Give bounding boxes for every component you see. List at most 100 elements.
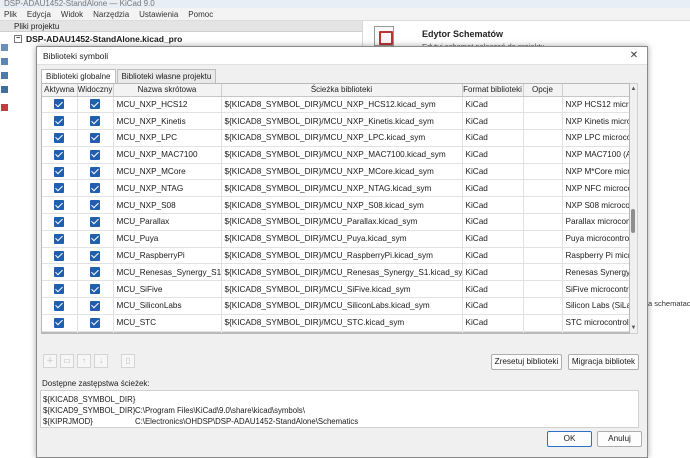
tab-global-libraries[interactable]: Biblioteki globalne xyxy=(41,69,116,84)
description-cell[interactable]: NXP MAC7100 (ARM xyxy=(562,146,629,164)
visible-cell[interactable] xyxy=(77,179,114,198)
table-row[interactable]: MCU_NXP_MAC7100 ${KICAD8_SYMBOL_DIR}/MCU_… xyxy=(42,146,629,164)
format-cell[interactable]: KiCad xyxy=(462,331,524,333)
options-cell[interactable] xyxy=(523,129,563,147)
description-cell[interactable]: NXP Kinetis microco xyxy=(562,112,629,131)
nickname-cell[interactable]: MCU_SiFive xyxy=(113,280,222,299)
description-cell[interactable]: NXP S08 microcontr xyxy=(562,196,629,215)
active-cell[interactable] xyxy=(42,96,78,114)
move-up-icon[interactable]: ↑ xyxy=(77,354,91,368)
path-cell[interactable]: ${KICAD8_SYMBOL_DIR}/MCU_NXP_MAC7100.kic… xyxy=(221,146,463,164)
path-cell[interactable]: ${KICAD8_SYMBOL_DIR}/MCU_NXP_MCore.kicad… xyxy=(221,163,463,181)
col-header-nickname[interactable]: Nazwa skrótowa xyxy=(113,84,222,97)
migrate-libraries-button[interactable]: Migracja bibliotek xyxy=(568,354,639,370)
visible-checkbox[interactable] xyxy=(90,183,100,194)
table-row[interactable]: MCU_Renesas_Synergy_S1 ${KICAD8_SYMBOL_DI… xyxy=(42,263,629,282)
path-cell[interactable]: ${KICAD8_SYMBOL_DIR}/MCU_SiFive.kicad_sy… xyxy=(221,280,463,299)
active-checkbox[interactable] xyxy=(54,200,65,211)
path-cell[interactable]: ${KICAD8_SYMBOL_DIR}/MCU_NXP_S08.kicad_s… xyxy=(221,196,463,215)
active-checkbox[interactable] xyxy=(54,233,65,244)
visible-checkbox[interactable] xyxy=(90,300,100,311)
options-cell[interactable] xyxy=(523,230,563,248)
scroll-up-icon[interactable]: ▲ xyxy=(630,85,637,93)
path-cell[interactable]: ${KICAD8_SYMBOL_DIR}/MCU_Renesas_Synergy… xyxy=(221,263,463,282)
tool-icon[interactable] xyxy=(1,58,8,65)
active-checkbox[interactable] xyxy=(54,250,65,261)
path-cell[interactable]: ${KICAD8_SYMBOL_DIR}/MCU_NXP_HCS12.kicad… xyxy=(221,96,463,114)
project-tree-root[interactable]: − DSP-ADAU1452-StandAlone.kicad_pro xyxy=(14,33,182,45)
format-cell[interactable]: KiCad xyxy=(462,263,524,282)
description-cell[interactable]: Puya microcontrolle xyxy=(562,230,629,248)
options-cell[interactable] xyxy=(523,314,563,332)
scroll-down-icon[interactable]: ▼ xyxy=(630,324,637,332)
visible-cell[interactable] xyxy=(77,196,114,215)
format-cell[interactable]: KiCad xyxy=(462,163,524,181)
nickname-cell[interactable]: MCU_Puya xyxy=(113,230,222,248)
ok-button[interactable]: OK xyxy=(547,431,592,447)
active-cell[interactable] xyxy=(42,314,78,332)
folder-icon[interactable]: ▭ xyxy=(60,354,74,368)
add-icon[interactable]: ＋ xyxy=(43,354,57,368)
options-cell[interactable] xyxy=(523,96,563,114)
visible-checkbox[interactable] xyxy=(90,149,100,160)
format-cell[interactable]: KiCad xyxy=(462,314,524,332)
format-cell[interactable]: KiCad xyxy=(462,213,524,231)
options-cell[interactable] xyxy=(523,179,563,198)
active-checkbox[interactable] xyxy=(54,149,65,160)
active-cell[interactable] xyxy=(42,263,78,282)
format-cell[interactable]: KiCad xyxy=(462,196,524,215)
visible-checkbox[interactable] xyxy=(90,267,100,278)
nickname-cell[interactable]: MCU_STC xyxy=(113,314,222,332)
format-cell[interactable]: KiCad xyxy=(462,230,524,248)
nickname-cell[interactable]: MCU_Parallax xyxy=(113,213,222,231)
active-cell[interactable] xyxy=(42,213,78,231)
table-row[interactable]: MCU_SiFive ${KICAD8_SYMBOL_DIR}/MCU_SiFiv… xyxy=(42,280,629,299)
col-header-options[interactable]: Opcje xyxy=(523,84,563,97)
tool-icon[interactable] xyxy=(1,104,8,111)
trash-icon[interactable]: ▯ xyxy=(121,354,135,368)
visible-checkbox[interactable] xyxy=(90,233,100,244)
menu-help[interactable]: Pomoc xyxy=(188,10,213,19)
description-cell[interactable]: Parallax microcontr xyxy=(562,213,629,231)
nickname-cell[interactable]: MCU_NXP_NTAG xyxy=(113,179,222,198)
active-checkbox[interactable] xyxy=(54,300,65,311)
table-row[interactable]: MCU_NXP_HCS12 ${KICAD8_SYMBOL_DIR}/MCU_NX… xyxy=(42,96,629,114)
menu-tools[interactable]: Narzędzia xyxy=(93,10,129,19)
nickname-cell[interactable]: MCU_NXP_Kinetis xyxy=(113,112,222,131)
format-cell[interactable]: KiCad xyxy=(462,129,524,147)
options-cell[interactable] xyxy=(523,112,563,131)
visible-cell[interactable] xyxy=(77,213,114,231)
format-cell[interactable]: KiCad xyxy=(462,112,524,131)
close-icon[interactable]: ✕ xyxy=(627,49,641,63)
options-cell[interactable] xyxy=(523,213,563,231)
path-cell[interactable]: ${KICAD8_SYMBOL_DIR}/MCU_RaspberryPi.kic… xyxy=(221,247,463,265)
active-cell[interactable] xyxy=(42,179,78,198)
visible-cell[interactable] xyxy=(77,247,114,265)
collapse-icon[interactable]: − xyxy=(14,35,22,43)
description-cell[interactable]: NXP HCS12 microco xyxy=(562,96,629,114)
menu-view[interactable]: Widok xyxy=(61,10,83,19)
table-row[interactable]: MCU_STC ${KICAD8_SYMBOL_DIR}/MCU_STC.kica… xyxy=(42,314,629,332)
nickname-cell[interactable]: MCU_NXP_LPC xyxy=(113,129,222,147)
nickname-cell[interactable]: MCU_NXP_S08 xyxy=(113,196,222,215)
options-cell[interactable] xyxy=(523,247,563,265)
description-cell[interactable]: SiFive microcontroll xyxy=(562,280,629,299)
active-cell[interactable] xyxy=(42,280,78,299)
visible-checkbox[interactable] xyxy=(90,216,100,227)
active-checkbox[interactable] xyxy=(54,99,65,110)
move-down-icon[interactable]: ↓ xyxy=(94,354,108,368)
visible-cell[interactable] xyxy=(77,163,114,181)
visible-cell[interactable] xyxy=(77,331,114,333)
active-checkbox[interactable] xyxy=(54,183,65,194)
format-cell[interactable]: KiCad xyxy=(462,179,524,198)
options-cell[interactable] xyxy=(523,146,563,164)
table-row[interactable]: MCU_SiliconLabs ${KICAD8_SYMBOL_DIR}/MCU_… xyxy=(42,297,629,315)
options-cell[interactable] xyxy=(523,280,563,299)
path-cell[interactable]: ${KICAD8_SYMBOL_DIR}/MCU_NXP_Kinetis.kic… xyxy=(221,112,463,131)
description-cell[interactable]: STC microcontrollers xyxy=(562,314,629,332)
path-cell[interactable]: ${KICAD8_SYMBOL_DIR}/MCU_Puya.kicad_sym xyxy=(221,230,463,248)
description-cell[interactable]: Silicon Labs (SiLabs) xyxy=(562,297,629,315)
active-checkbox[interactable] xyxy=(54,267,65,278)
active-cell[interactable] xyxy=(42,146,78,164)
tool-icon[interactable] xyxy=(1,86,8,93)
